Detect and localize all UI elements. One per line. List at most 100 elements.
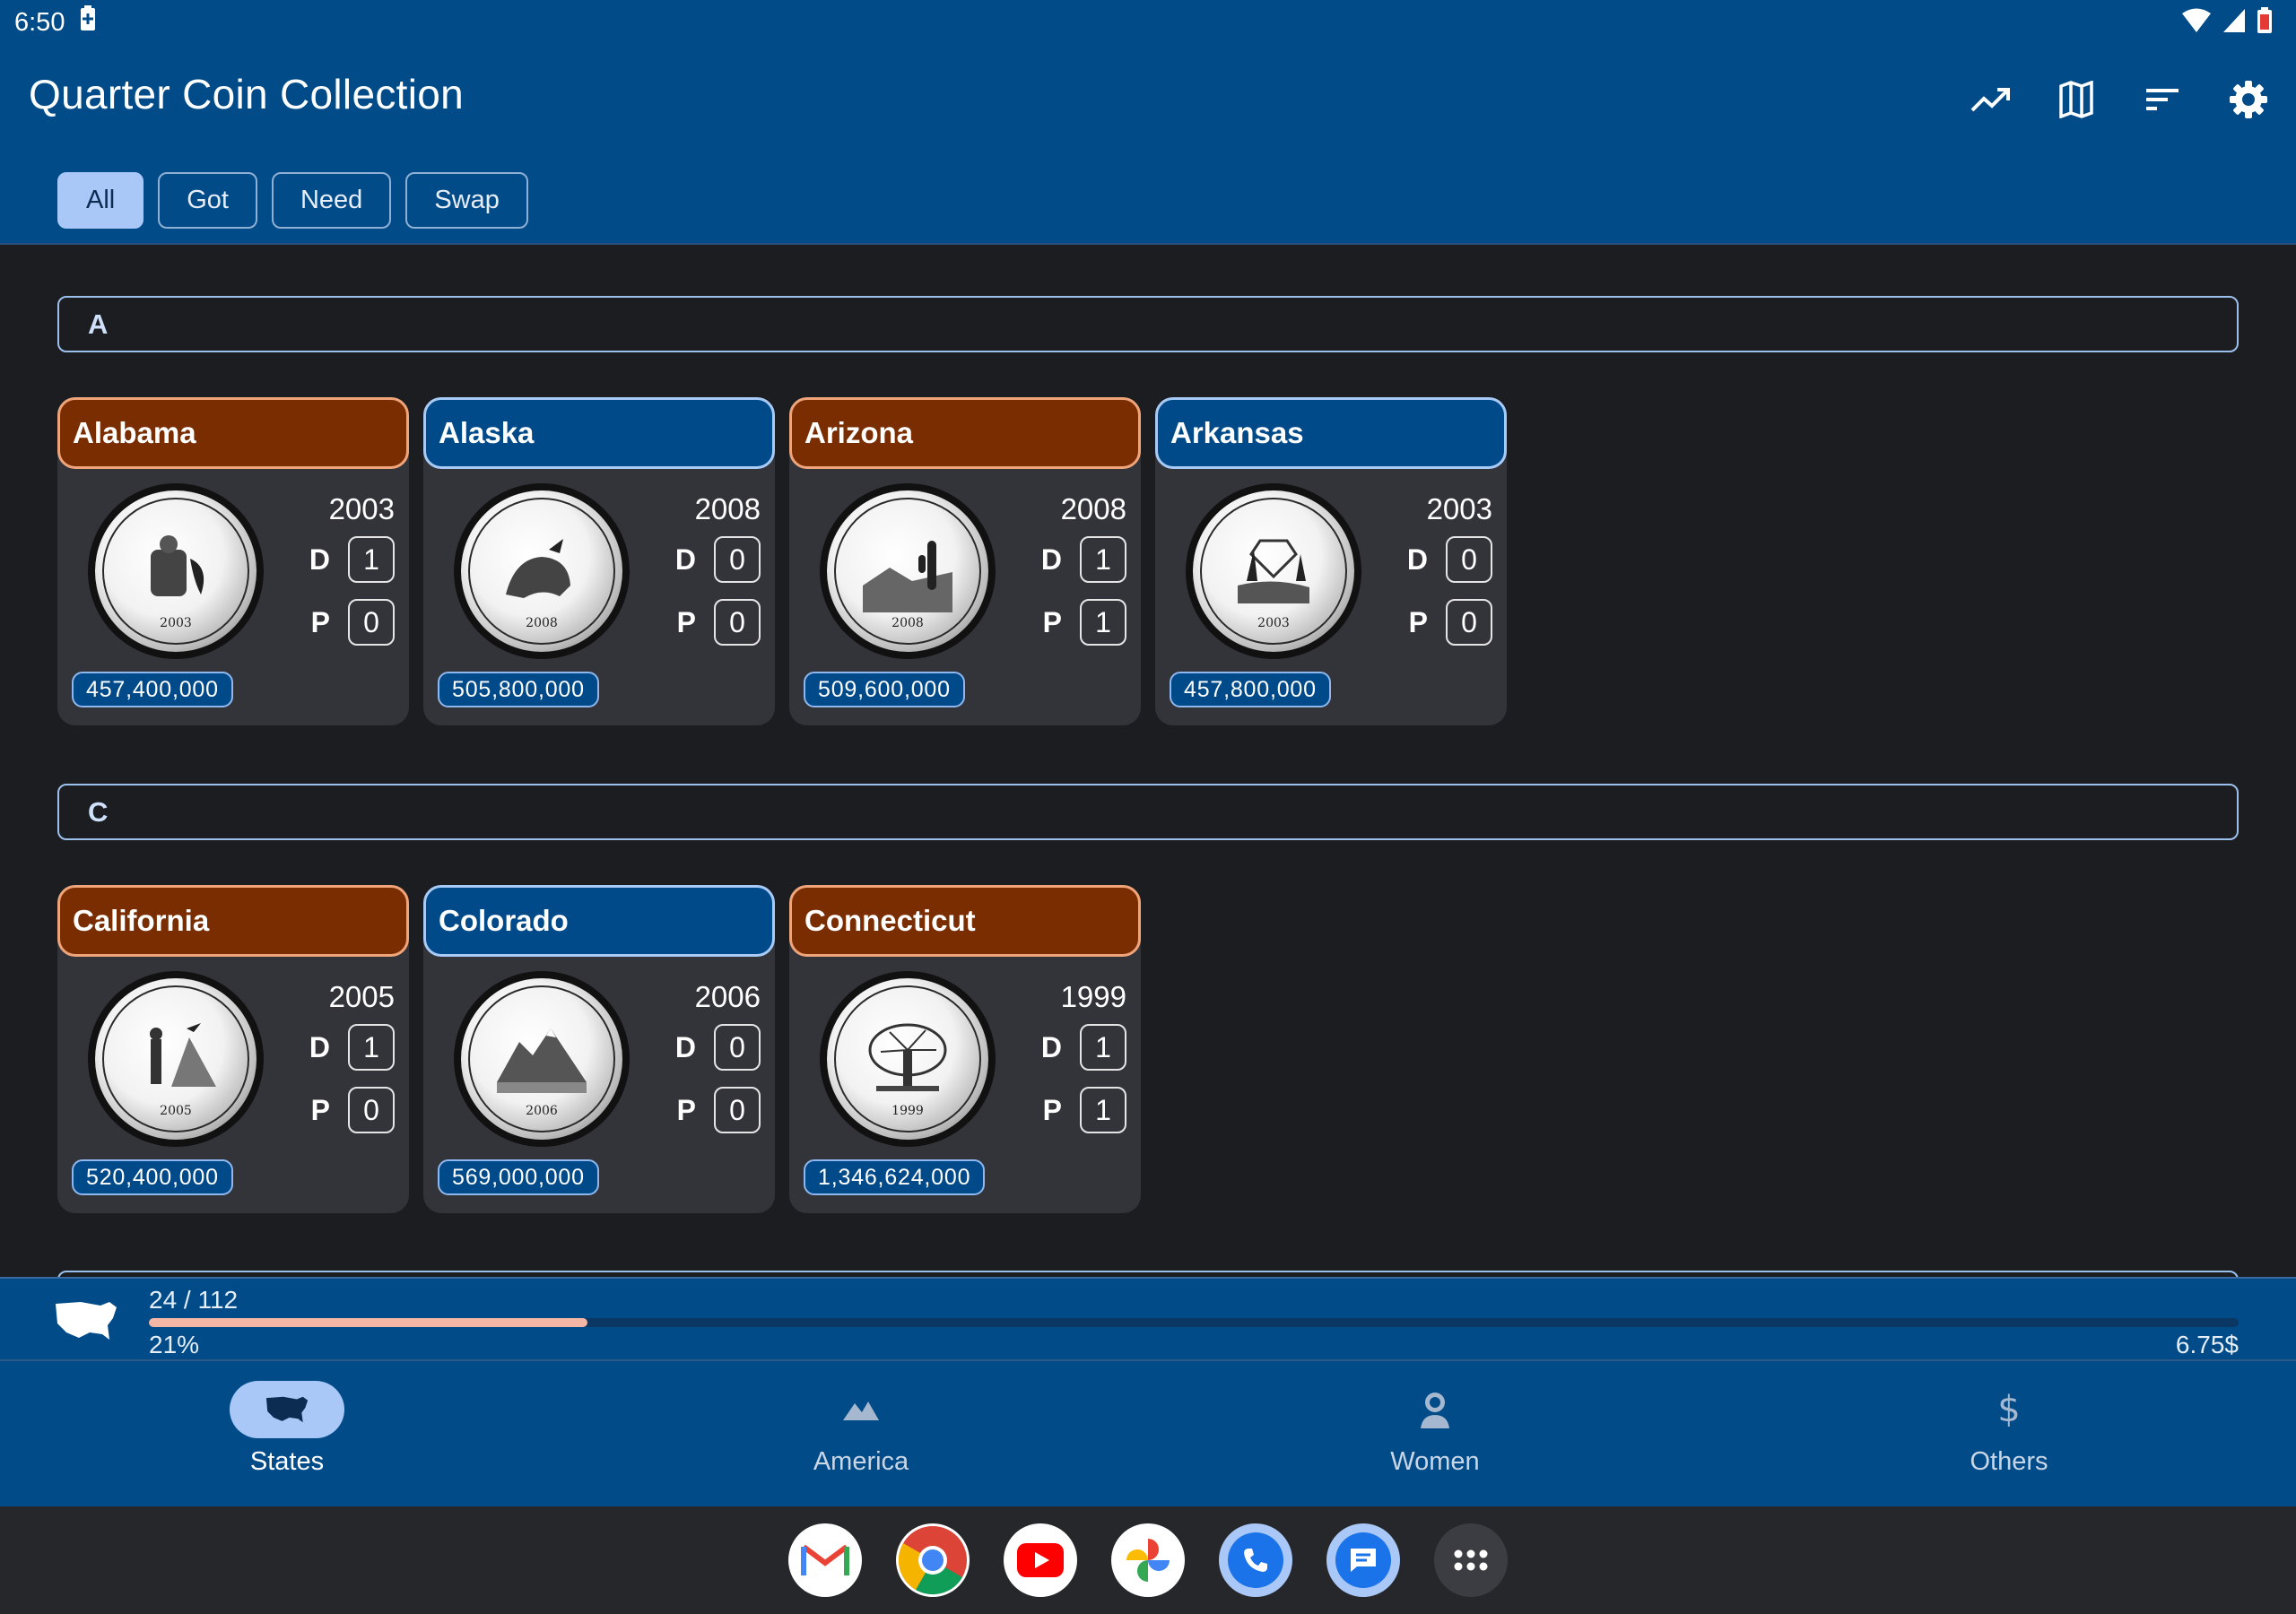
- app-bar: 6:50 Quarter Coin Collection All Got Nee…: [0, 0, 2296, 245]
- mint-count-d[interactable]: 1: [1080, 536, 1126, 583]
- mintage-badge: 509,600,000: [804, 672, 965, 707]
- mint-label-p: P: [1042, 605, 1062, 638]
- nav-item-states[interactable]: States: [0, 1361, 574, 1506]
- coin-card-california[interactable]: California 2005 2005 D 1 P 0 520,400,000: [57, 885, 409, 1213]
- mintage-badge: 569,000,000: [438, 1159, 599, 1195]
- status-icons: [2181, 7, 2273, 41]
- nav-item-others[interactable]: $ Others: [1722, 1361, 2296, 1506]
- progress-fill: [149, 1318, 588, 1327]
- wifi-icon: [2181, 8, 2212, 40]
- mint-label-p: P: [310, 605, 330, 638]
- usa-map-icon: [54, 1298, 118, 1348]
- progress-percent: 21%: [149, 1331, 200, 1358]
- coin-card-connecticut[interactable]: Connecticut 1999 1999 D 1 P 1 1,346,624,…: [789, 885, 1141, 1213]
- nav-label: Others: [1970, 1447, 2048, 1476]
- mint-label-p: P: [1042, 1093, 1062, 1126]
- nav-item-women[interactable]: Women: [1148, 1361, 1722, 1506]
- mint-row-d: D 0: [1407, 536, 1492, 583]
- mint-row-p: P 1: [1043, 1087, 1126, 1133]
- coin-engraved-year: 2003: [1257, 616, 1290, 630]
- photos-icon[interactable]: [1111, 1523, 1185, 1597]
- mint-count-d[interactable]: 0: [1446, 536, 1492, 583]
- mint-count-p[interactable]: 0: [348, 599, 395, 646]
- mint-count-p[interactable]: 0: [1446, 599, 1492, 646]
- coin-list[interactable]: A Alabama 2003 2003 D 1 P 0 457,400,000 …: [0, 245, 2296, 1278]
- bottom-navigation: States America Women $ Others: [0, 1361, 2296, 1506]
- sort-icon[interactable]: [2136, 74, 2188, 126]
- mint-label-p: P: [676, 1093, 696, 1126]
- coin-image-arkansas: 2003: [1186, 483, 1361, 659]
- coin-engraved-year: 2005: [160, 1104, 192, 1118]
- mint-count-d[interactable]: 0: [714, 1024, 761, 1071]
- app-drawer-icon[interactable]: [1434, 1523, 1508, 1597]
- coin-card-title: Alabama: [57, 397, 409, 469]
- status-time: 6:50: [14, 7, 65, 37]
- mintage-badge: 505,800,000: [438, 672, 599, 707]
- coin-year: 2005: [328, 980, 395, 1013]
- coin-image-colorado: 2006: [454, 971, 630, 1147]
- mintage-badge: 520,400,000: [72, 1159, 233, 1195]
- mint-label-p: P: [676, 605, 696, 638]
- trending-up-icon[interactable]: [1964, 74, 2016, 126]
- section-header-a[interactable]: A: [57, 296, 2239, 352]
- mint-row-d: D 1: [1041, 1024, 1126, 1071]
- mountain-icon: [804, 1381, 918, 1438]
- mint-row-d: D 1: [1041, 536, 1126, 583]
- filter-chips: All Got Need Swap: [57, 172, 528, 229]
- coin-engraved-year: 2006: [526, 1104, 558, 1118]
- progress-track: [149, 1318, 2239, 1327]
- filter-chip-got[interactable]: Got: [158, 172, 257, 229]
- app-title: Quarter Coin Collection: [29, 71, 465, 117]
- mint-count-p[interactable]: 1: [1080, 1087, 1126, 1133]
- progress-count: 24 / 112: [149, 1286, 239, 1314]
- mint-count-p[interactable]: 0: [714, 1087, 761, 1133]
- battery-saver-icon: [79, 5, 97, 39]
- coin-image-arizona: 2008: [820, 483, 996, 659]
- coin-year: 2003: [1426, 492, 1492, 525]
- coin-image-alaska: 2008: [454, 483, 630, 659]
- mint-count-d[interactable]: 0: [714, 536, 761, 583]
- collection-value: 6.75$: [2175, 1331, 2239, 1358]
- filter-chip-all[interactable]: All: [57, 172, 144, 229]
- mint-count-p[interactable]: 1: [1080, 599, 1126, 646]
- map-icon[interactable]: [2050, 74, 2102, 126]
- coin-card-alaska[interactable]: Alaska 2008 2008 D 0 P 0 505,800,000: [423, 397, 775, 725]
- coin-year: 2006: [694, 980, 761, 1013]
- nav-label: Women: [1390, 1447, 1480, 1476]
- toolbar-actions: [1964, 74, 2274, 126]
- coin-year: 2008: [1060, 492, 1126, 525]
- coin-engraved-year: 2003: [160, 616, 192, 630]
- mint-label-d: D: [309, 1030, 330, 1063]
- gmail-icon[interactable]: [788, 1523, 862, 1597]
- mint-label-d: D: [309, 542, 330, 576]
- coin-year: 2003: [328, 492, 395, 525]
- nav-item-america[interactable]: America: [574, 1361, 1148, 1506]
- youtube-icon[interactable]: [1004, 1523, 1077, 1597]
- coin-card-title: Colorado: [423, 885, 775, 957]
- filter-chip-swap[interactable]: Swap: [405, 172, 528, 229]
- coin-card-alabama[interactable]: Alabama 2003 2003 D 1 P 0 457,400,000: [57, 397, 409, 725]
- mint-count-d[interactable]: 1: [348, 1024, 395, 1071]
- coin-card-arizona[interactable]: Arizona 2008 2008 D 1 P 1 509,600,000: [789, 397, 1141, 725]
- section-header-c[interactable]: C: [57, 784, 2239, 840]
- messages-icon[interactable]: [1326, 1523, 1400, 1597]
- mint-count-d[interactable]: 1: [348, 536, 395, 583]
- coin-image-alabama: 2003: [88, 483, 264, 659]
- chrome-icon[interactable]: [896, 1523, 970, 1597]
- gear-icon[interactable]: [2222, 74, 2274, 126]
- mintage-badge: 457,400,000: [72, 672, 233, 707]
- coin-card-title: Connecticut: [789, 885, 1141, 957]
- mint-label-d: D: [674, 1030, 696, 1063]
- filter-chip-need[interactable]: Need: [271, 172, 392, 229]
- coin-card-colorado[interactable]: Colorado 2006 2006 D 0 P 0 569,000,000: [423, 885, 775, 1213]
- mint-row-p: P 0: [311, 599, 395, 646]
- mint-count-d[interactable]: 1: [1080, 1024, 1126, 1071]
- mint-label-d: D: [674, 542, 696, 576]
- battery-icon: [2257, 7, 2273, 41]
- mint-row-p: P 1: [1043, 599, 1126, 646]
- phone-icon[interactable]: [1219, 1523, 1292, 1597]
- coin-year: 1999: [1060, 980, 1126, 1013]
- coin-card-arkansas[interactable]: Arkansas 2003 2003 D 0 P 0 457,800,000: [1155, 397, 1507, 725]
- mint-count-p[interactable]: 0: [714, 599, 761, 646]
- mint-count-p[interactable]: 0: [348, 1087, 395, 1133]
